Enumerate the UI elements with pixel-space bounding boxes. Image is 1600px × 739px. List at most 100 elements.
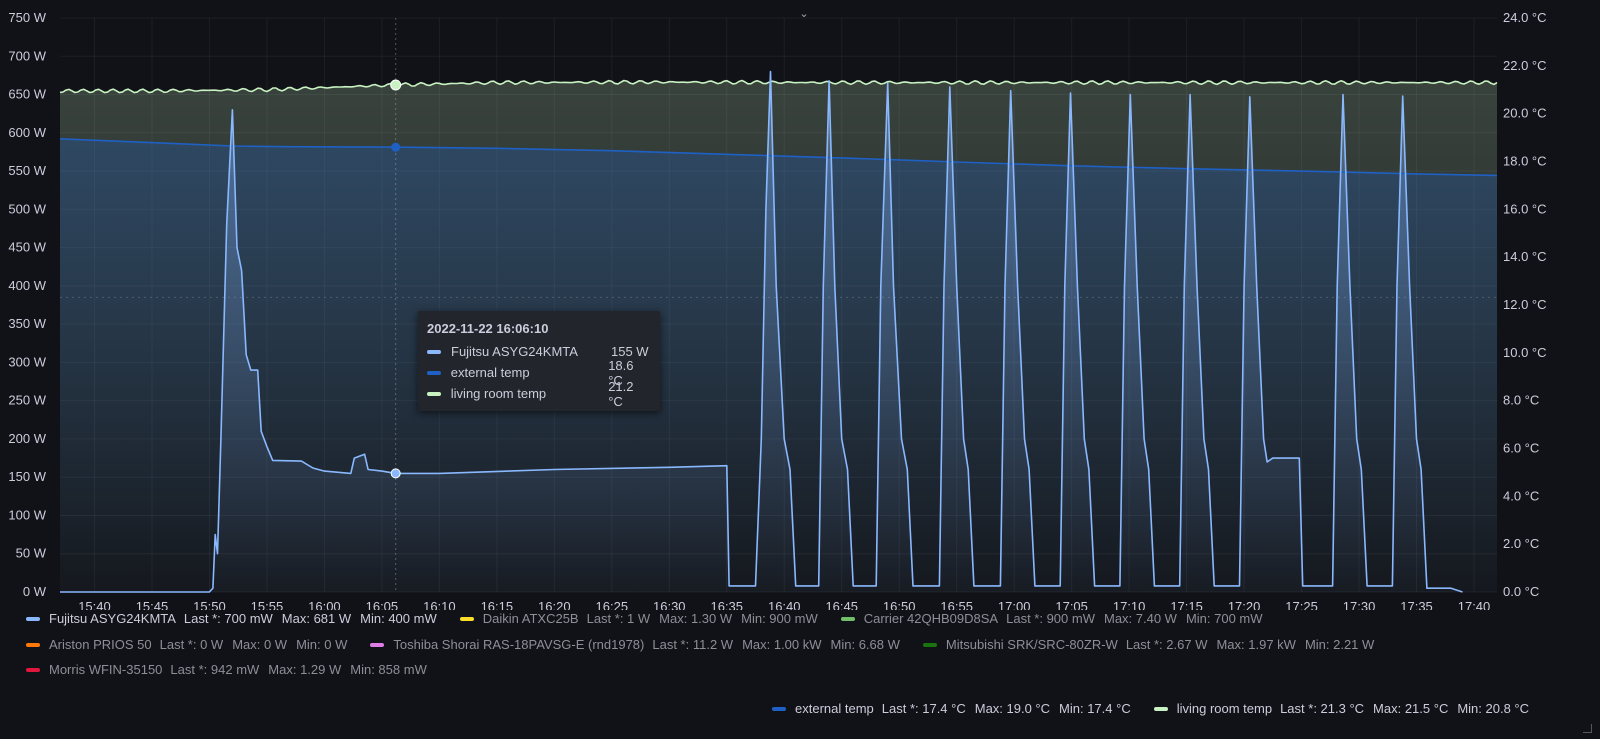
- y-tick-label-right: 4.0 °C: [1503, 488, 1539, 503]
- legend-last: Last *: 2.67 W: [1125, 637, 1208, 652]
- legend-last: Last *: 1 W: [586, 611, 651, 626]
- y-tick-label-left: 700 W: [8, 48, 46, 63]
- x-tick-label: 16:40: [768, 599, 801, 610]
- series-color-swatch: [26, 616, 40, 621]
- legend-series-name: Daikin ATXC25B: [482, 611, 579, 626]
- x-tick-label: 17:00: [998, 599, 1031, 610]
- legend-min: Min: 700 mW: [1185, 611, 1263, 626]
- x-tick-label: 15:50: [193, 599, 226, 610]
- legend-max: Max: 1.97 kW: [1216, 637, 1296, 652]
- legend-last: Last *: 942 mW: [170, 662, 260, 677]
- legend-row: Fujitsu ASYG24KMTA Last *: 700 mW Max: 6…: [26, 611, 1286, 626]
- legend-item-mitsubishi[interactable]: Mitsubishi SRK/SRC-80ZR-W Last *: 2.67 W…: [922, 637, 1383, 652]
- y-tick-label-left: 200 W: [8, 431, 46, 446]
- legend-series-name: Mitsubishi SRK/SRC-80ZR-W: [945, 637, 1118, 652]
- tooltip-series-name: Fujitsu ASYG24KMTA: [451, 344, 578, 359]
- chevron-down-icon[interactable]: ⌄: [798, 8, 810, 20]
- y-tick-label-right: 0.0 °C: [1503, 584, 1539, 599]
- tooltip-series-value: 21.2 °C: [608, 378, 634, 409]
- x-tick-label: 15:40: [78, 599, 111, 610]
- legend-last: Last *: 700 mW: [183, 611, 273, 626]
- y-tick-label-left: 250 W: [8, 393, 46, 408]
- y-tick-label-right: 24.0 °C: [1503, 10, 1547, 25]
- series-color-swatch: [427, 370, 441, 375]
- legend-max: Max: 19.0 °C: [974, 701, 1051, 716]
- x-tick-label: 15:55: [251, 599, 284, 610]
- legend-item-carrier[interactable]: Carrier 42QHB09D8SA Last *: 900 mW Max: …: [840, 611, 1272, 626]
- legend-series-name: Toshiba Shorai RAS-18PAVSG-E (rnd1978): [393, 637, 645, 652]
- tooltip-series-name: external temp: [450, 365, 530, 380]
- resize-handle-icon[interactable]: [1583, 724, 1592, 733]
- y-tick-label-left: 50 W: [16, 546, 47, 561]
- x-tick-label: 17:20: [1228, 599, 1261, 610]
- y-tick-label-left: 500 W: [8, 201, 46, 216]
- y-tick-label-right: 12.0 °C: [1503, 297, 1547, 312]
- chart-plot[interactable]: 0 W 50 W 100 W 150 W 200 W 250 W 300 W 350 W 400…: [0, 0, 1600, 610]
- x-axis: 15:40 15:45 15:50 15:55 16:00 16:05 16:10 16:15…: [78, 599, 1490, 610]
- x-tick-label: 16:00: [308, 599, 341, 610]
- legend-max: Max: 1.30 W: [659, 611, 733, 626]
- series-color-swatch: [427, 349, 441, 354]
- legend-row-right-axis: external temp Last *: 17.4 °C Max: 19.0 …: [772, 701, 1529, 716]
- y-axis-left: 0 W 50 W 100 W 150 W 200 W 250 W 300 W 350 W 400…: [8, 10, 46, 599]
- y-tick-label-left: 450 W: [8, 240, 46, 255]
- legend-max: Max: 21.5 °C: [1373, 701, 1449, 716]
- legend-min: Min: 20.8 °C: [1457, 701, 1530, 716]
- series-color-swatch: [1153, 706, 1168, 711]
- series-color-swatch: [370, 642, 385, 647]
- y-tick-label-right: 14.0 °C: [1503, 249, 1547, 264]
- x-tick-label: 16:15: [481, 599, 514, 610]
- legend-item-toshiba[interactable]: Toshiba Shorai RAS-18PAVSG-E (rnd1978) L…: [370, 637, 909, 652]
- legend-series-name: Fujitsu ASYG24KMTA: [49, 611, 176, 626]
- legend-item-external-temp[interactable]: external temp Last *: 17.4 °C Max: 19.0 …: [772, 701, 1140, 716]
- hover-point-living-room-temp: [390, 79, 402, 91]
- legend-min: Min: 17.4 °C: [1059, 701, 1131, 716]
- series-color-swatch: [459, 616, 474, 621]
- legend-min: Min: 2.21 W: [1304, 637, 1375, 652]
- x-tick-label: 17:40: [1458, 599, 1491, 610]
- y-tick-label-left: 350 W: [8, 316, 46, 331]
- legend-max: Max: 1.29 W: [268, 662, 342, 677]
- y-tick-label-right: 18.0 °C: [1503, 154, 1547, 169]
- y-tick-label-left: 300 W: [8, 354, 46, 369]
- y-tick-label-left: 150 W: [8, 469, 46, 484]
- legend-min: Min: 6.68 W: [830, 637, 900, 652]
- y-tick-label-left: 550 W: [8, 163, 46, 178]
- legend-max: Max: 681 W: [281, 611, 352, 626]
- legend-row: Ariston PRIOS 50 Last *: 0 W Max: 0 W Mi…: [26, 637, 1397, 652]
- x-tick-label: 17:10: [1113, 599, 1146, 610]
- y-axis-right: 0.0 °C 2.0 °C 4.0 °C 6.0 °C 8.0 °C 10.0 °C 12.…: [1503, 10, 1547, 599]
- y-tick-label-right: 6.0 °C: [1503, 441, 1539, 456]
- x-tick-label: 16:45: [825, 599, 858, 610]
- legend-last: Last *: 17.4 °C: [881, 701, 966, 716]
- legend-min: Min: 0 W: [296, 637, 348, 652]
- y-tick-label-left: 400 W: [8, 278, 46, 293]
- y-tick-label-right: 22.0 °C: [1503, 58, 1547, 73]
- legend-item-morris[interactable]: Morris WFIN-35150 Last *: 942 mW Max: 1.…: [26, 662, 436, 677]
- legend-series-name: living room temp: [1176, 701, 1273, 716]
- hover-tooltip: 2022-11-22 16:06:10 Fujitsu ASYG24KMTA 1…: [418, 311, 660, 411]
- hover-point-fujitsu: [390, 468, 401, 479]
- legend-last: Last *: 900 mW: [1006, 611, 1095, 626]
- x-tick-label: 16:05: [366, 599, 399, 610]
- y-tick-label-left: 100 W: [8, 507, 46, 522]
- tooltip-series-name: living room temp: [450, 386, 547, 401]
- y-tick-label-left: 600 W: [8, 125, 46, 140]
- legend-item-ariston[interactable]: Ariston PRIOS 50 Last *: 0 W Max: 0 W Mi…: [26, 637, 356, 652]
- legend-row: Morris WFIN-35150 Last *: 942 mW Max: 1.…: [26, 662, 450, 677]
- x-tick-label: 16:25: [596, 599, 629, 610]
- y-tick-label-right: 8.0 °C: [1503, 393, 1539, 408]
- legend-series-name: Ariston PRIOS 50: [49, 637, 152, 652]
- legend-last: Last *: 11.2 W: [652, 637, 734, 652]
- legend-item-fujitsu[interactable]: Fujitsu ASYG24KMTA Last *: 700 mW Max: 6…: [26, 611, 446, 626]
- legend-item-daikin[interactable]: Daikin ATXC25B Last *: 1 W Max: 1.30 W M…: [459, 611, 827, 626]
- series-color-swatch: [922, 642, 937, 647]
- tooltip-row: living room temp 21.2 °C: [427, 379, 651, 409]
- x-tick-label: 16:20: [538, 599, 571, 610]
- legend-item-living-room-temp[interactable]: living room temp Last *: 21.3 °C Max: 21…: [1153, 701, 1530, 716]
- x-tick-label: 17:15: [1170, 599, 1203, 610]
- y-tick-label-right: 2.0 °C: [1503, 536, 1539, 551]
- series-color-swatch: [26, 642, 40, 647]
- legend-min: Min: 858 mW: [350, 662, 427, 677]
- x-tick-label: 16:10: [423, 599, 456, 610]
